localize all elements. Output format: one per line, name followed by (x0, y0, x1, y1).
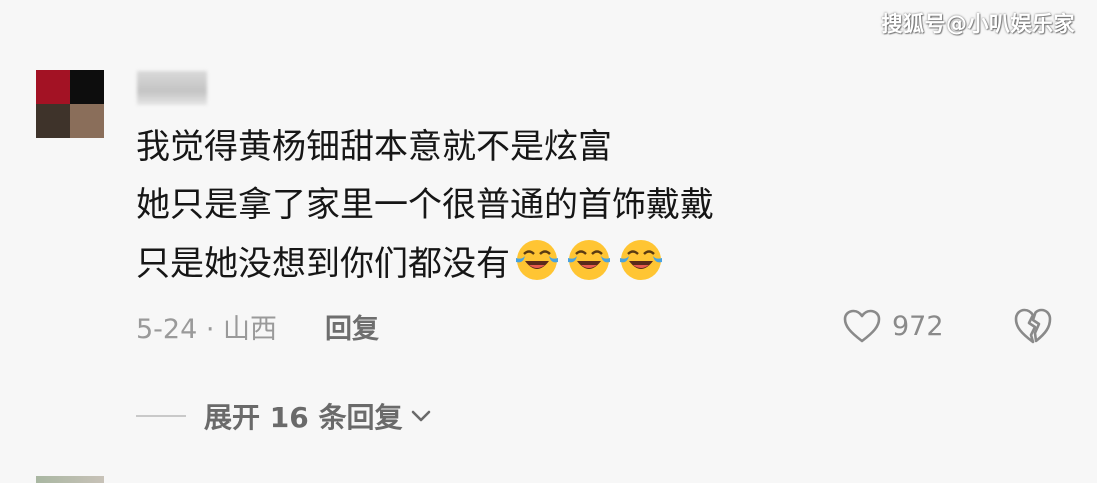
comment-line: 她只是拿了家里一个很普通的首饰戴戴 (136, 185, 714, 225)
tears-of-joy-emoji-icon (616, 234, 666, 284)
avatar[interactable] (36, 70, 104, 138)
tears-of-joy-emoji-icon (512, 234, 562, 284)
username-redacted[interactable] (137, 71, 207, 105)
comment-meta: 5-24 · 山西 回复 (136, 306, 379, 346)
avatar-tile (36, 104, 70, 138)
next-comment-avatar[interactable] (36, 476, 104, 483)
watermark-text: 搜狐号@小叭娱乐家 (881, 12, 1075, 36)
expand-replies-label: 展开 16 条回复 (204, 401, 403, 434)
expand-replies-button[interactable]: 展开 16 条回复 (136, 396, 434, 436)
dislike-button[interactable] (1012, 306, 1054, 350)
divider-line (136, 415, 186, 417)
like-button[interactable]: 972 (842, 306, 944, 346)
heart-outline-icon (843, 309, 881, 343)
comment-text: 我觉得黄杨钿甜本意就不是炫富 她只是拿了家里一个很普通的首饰戴戴 只是她没想到你… (136, 118, 714, 293)
avatar-tile (36, 70, 70, 104)
reply-button[interactable]: 回复 (325, 307, 379, 346)
comment-line: 我觉得黄杨钿甜本意就不是炫富 (136, 127, 612, 167)
comment-line: 只是她没想到你们都没有 (136, 244, 510, 284)
tears-of-joy-emoji-icon (564, 234, 614, 284)
avatar-tile (70, 104, 104, 138)
avatar-tile (70, 70, 104, 104)
like-count: 972 (892, 310, 944, 342)
chevron-down-icon (412, 410, 431, 422)
date-location: 5-24 · 山西 (136, 313, 278, 345)
broken-heart-icon (1014, 308, 1052, 344)
comment-line-with-emoji: 只是她没想到你们都没有 (136, 234, 714, 293)
